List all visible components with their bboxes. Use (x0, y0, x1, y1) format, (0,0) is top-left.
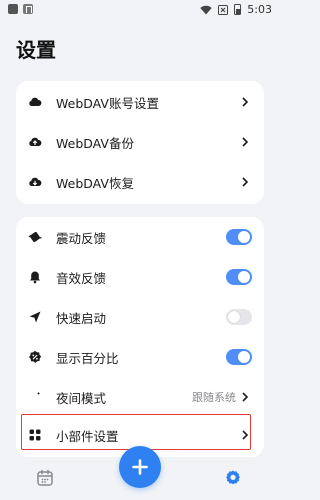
settings-card: 震动反馈 音效反馈 快速启动 显示百分比 夜间模式 跟随系统 小部件设置 (16, 217, 264, 457)
calendar-icon[interactable] (36, 469, 54, 487)
no-sim-icon (218, 4, 229, 15)
chevron-right-icon (242, 177, 249, 187)
status-notification-icons (8, 4, 33, 14)
vibration-feedback-row: 震动反馈 (16, 217, 264, 257)
webdav-account-settings-row[interactable]: WebDAV账号设置 (16, 82, 264, 122)
status-bar: 5:03 (0, 0, 280, 20)
row-label: WebDAV恢复 (56, 175, 134, 191)
cloud-icon (28, 95, 42, 109)
add-button[interactable] (119, 446, 161, 488)
plus-icon (132, 459, 148, 475)
row-label: 音效反馈 (56, 270, 107, 286)
send-icon (28, 310, 42, 324)
row-label: WebDAV账号设置 (56, 95, 159, 111)
chevron-right-icon (242, 392, 249, 402)
show-percentage-toggle[interactable] (226, 349, 252, 365)
settings-gear-icon[interactable] (224, 469, 242, 487)
row-label: 震动反馈 (56, 230, 107, 246)
wifi-icon (200, 5, 212, 14)
chevron-right-icon (242, 137, 249, 147)
status-time: 5:03 (247, 3, 272, 16)
row-label: 夜间模式 (56, 390, 107, 406)
bell-icon (28, 270, 42, 284)
status-system-icons: 5:03 (200, 3, 272, 16)
night-mode-value: 跟随系统 (192, 391, 236, 404)
night-mode-row[interactable]: 夜间模式 跟随系统 (16, 377, 264, 417)
widgets-icon (28, 428, 42, 442)
show-percentage-row: 显示百分比 (16, 337, 264, 377)
webdav-backup-row[interactable]: WebDAV备份 (16, 122, 264, 162)
page-title: 设置 (16, 38, 56, 62)
notification-icon (8, 4, 18, 14)
vibration-icon (28, 230, 42, 244)
notification-icon (23, 4, 33, 14)
moon-icon (28, 390, 42, 404)
cloud-download-icon (28, 175, 42, 189)
vibration-feedback-toggle[interactable] (226, 229, 252, 245)
chevron-right-icon (242, 430, 249, 440)
sound-feedback-toggle[interactable] (226, 269, 252, 285)
row-label: 小部件设置 (56, 428, 119, 444)
chevron-right-icon (242, 97, 249, 107)
battery-icon (234, 4, 242, 15)
quick-launch-toggle[interactable] (226, 309, 252, 325)
cloud-upload-icon (28, 135, 42, 149)
row-label: WebDAV备份 (56, 135, 134, 151)
sound-feedback-row: 音效反馈 (16, 257, 264, 297)
row-label: 显示百分比 (56, 350, 119, 366)
percent-icon (28, 350, 42, 364)
webdav-restore-row[interactable]: WebDAV恢复 (16, 162, 264, 202)
webdav-card: WebDAV账号设置 WebDAV备份 WebDAV恢复 (16, 81, 264, 204)
quick-launch-row: 快速启动 (16, 297, 264, 337)
row-label: 快速启动 (56, 310, 107, 326)
